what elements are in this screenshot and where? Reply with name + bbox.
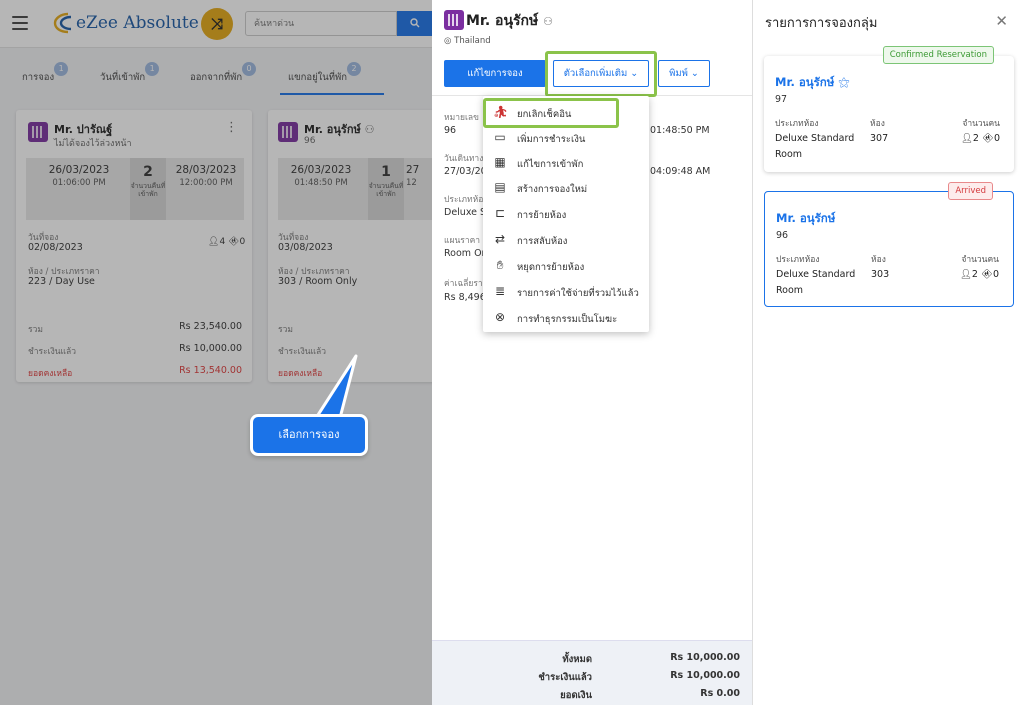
field-label: หมายเลข — [444, 113, 479, 123]
menu-item-move-room[interactable]: ⊏ การย้ายห้อง — [483, 201, 649, 226]
location-pin-icon: ◎ — [444, 36, 452, 46]
void-transaction-icon: ⊗ — [494, 310, 506, 324]
panel-title: รายการการจองกลุ่ม — [765, 16, 878, 31]
consolidated-expense-icon: ≣ — [494, 284, 506, 298]
edit-reservation-button[interactable]: แก้ไขการจอง — [444, 60, 546, 87]
room-type-label: ประเภทห้อง — [775, 119, 819, 129]
adult-icon: 👤︎ — [959, 269, 972, 280]
room-type-value: Deluxe Standard Room — [776, 269, 856, 296]
menu-item-swap-room[interactable]: ⇄ การสลับห้อง — [483, 227, 649, 252]
move-room-icon: ⊏ — [494, 206, 506, 220]
status-badge: Arrived — [948, 182, 993, 200]
booking-number: 97 — [775, 94, 788, 105]
hotel-building-icon — [444, 10, 464, 30]
print-button[interactable]: พิมพ์ ⌄ — [658, 60, 710, 87]
chevron-down-icon: ⌄ — [690, 68, 699, 79]
more-options-highlight — [545, 51, 657, 97]
booking-guest-name: Mr. อนุรักษ์ ⚝ — [775, 75, 850, 89]
drawer-header: Mr. อนุรักษ์ ⚇ ◎ Thailand แก้ไขการจอง ตั… — [432, 0, 752, 97]
child-icon: 🚸︎ — [980, 269, 993, 280]
room-type-label: ประเภทห้อง — [776, 255, 820, 265]
callout-pointer — [314, 354, 358, 420]
booking-number: 96 — [776, 230, 789, 241]
swap-room-icon: ⇄ — [494, 232, 506, 246]
menu-item-void-transaction[interactable]: ⊗ การทำธุรกรรมเป็นโมฆะ — [483, 305, 649, 330]
group-booking-card[interactable]: Confirmed Reservation Mr. อนุรักษ์ ⚝ 97 … — [764, 46, 1014, 172]
cancel-checkin-highlight — [483, 98, 619, 128]
more-options-menu: ⛹︎ ยกเลิกเช็คอิน ▭ เพิ่มการชำระเงิน ▦ แก้ไข… — [483, 96, 649, 332]
group-reservations-panel: รายการการจองกลุ่ม ✕ Confirmed Reservatio… — [752, 0, 1024, 705]
new-booking-icon: ▤ — [494, 180, 506, 194]
menu-item-add-payment[interactable]: ▭ เพิ่มการชำระเงิน — [483, 125, 649, 150]
room-number: 303 — [871, 269, 890, 280]
edit-stay-icon: ▦ — [494, 155, 506, 169]
pax-label: จำนวนคน — [961, 255, 999, 265]
drawer-footer-totals: ทั้งหมด Rs 10,000.00 ชำระเงินแล้ว Rs 10,00… — [432, 640, 752, 705]
group-icon: ⚝ — [838, 75, 850, 89]
drawer-guest-name: Mr. อนุรักษ์ ⚇ — [466, 13, 553, 29]
field-value: 96 — [444, 125, 457, 136]
room-label: ห้อง — [870, 119, 885, 129]
adult-icon: 👤︎ — [960, 133, 973, 144]
menu-item-stop-move[interactable]: ✋︎ หยุดการย้ายห้อง — [483, 253, 649, 278]
field-label: ประเภทห้อง — [444, 195, 488, 205]
menu-item-new-booking[interactable]: ▤ สร้างการจองใหม่ — [483, 175, 649, 200]
field-label: ค่าเฉลี่ยรา — [444, 279, 483, 289]
pax-count: 👤︎2 🚸︎0 — [960, 133, 1000, 144]
background-app: eZee Absolute ⤨ การจอง1 วันที่เข้าพัก1 อ… — [0, 0, 432, 705]
add-payment-icon: ▭ — [494, 130, 506, 144]
pax-count: 👤︎2 🚸︎0 — [959, 269, 999, 280]
group-icon: ⚇ — [543, 15, 553, 28]
field-label: แผนราคา — [444, 236, 481, 246]
field-value: 27/03/20 — [444, 166, 487, 177]
field-time: 04:09:48 AM — [650, 166, 711, 177]
field-value: Room On — [444, 248, 488, 259]
room-number: 307 — [870, 133, 889, 144]
booking-guest-name: Mr. อนุรักษ์ — [776, 211, 836, 225]
menu-item-edit-stay[interactable]: ▦ แก้ไขการเข้าพัก — [483, 150, 649, 175]
stop-move-icon: ✋︎ — [496, 258, 504, 272]
guest-country: ◎ Thailand — [444, 36, 491, 46]
field-label: วันเดินทาง — [444, 154, 484, 164]
group-booking-card-selected[interactable]: Arrived Mr. อนุรักษ์ 96 ประเภทห้อง ห้อง … — [764, 182, 1014, 307]
child-icon: 🚸︎ — [981, 133, 994, 144]
room-label: ห้อง — [871, 255, 886, 265]
pax-label: จำนวนคน — [962, 119, 1000, 129]
menu-item-consolidated-expense[interactable]: ≣ รายการค่าใช้จ่ายที่รวมไว้แล้ว — [483, 279, 649, 304]
field-time: 01:48:50 PM — [650, 125, 710, 136]
field-value: Rs 8,496 — [444, 292, 486, 303]
room-type-value: Deluxe Standard Room — [775, 133, 855, 160]
close-icon[interactable]: ✕ — [995, 12, 1008, 30]
field-value: Deluxe S — [444, 207, 487, 218]
select-reservation-callout: เลือกการจอง — [250, 414, 368, 456]
status-badge: Confirmed Reservation — [882, 46, 994, 64]
